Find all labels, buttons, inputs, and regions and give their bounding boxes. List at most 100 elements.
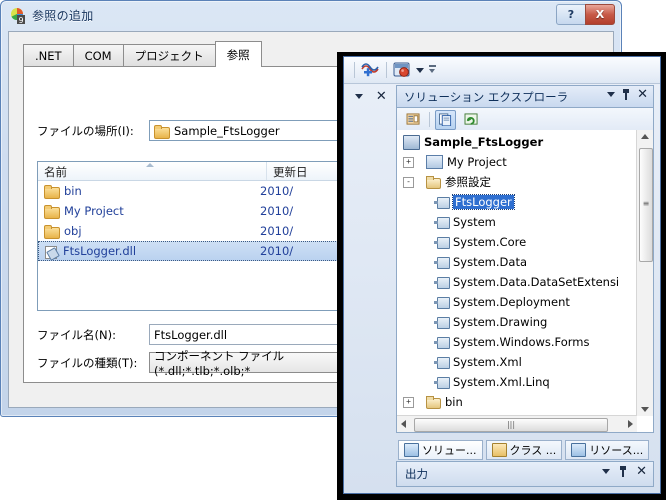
dialog-title-bar[interactable]: 9 参照の追加 ? X bbox=[1, 1, 621, 31]
tree-node-reference[interactable]: System.Deployment bbox=[397, 292, 636, 312]
folder-icon bbox=[154, 124, 170, 139]
scroll-up-icon[interactable] bbox=[641, 134, 649, 139]
output-panel-caption[interactable]: 出力 ✕ bbox=[396, 461, 654, 487]
toolbar-separator bbox=[386, 62, 387, 78]
close-button[interactable]: X bbox=[585, 4, 615, 25]
tree-node-reference[interactable]: System.Xml bbox=[397, 352, 636, 372]
tree-node-reference[interactable]: System bbox=[397, 212, 636, 232]
expander-icon[interactable]: + bbox=[403, 156, 414, 168]
solution-explorer-panel: ソリューション エクスプローラ ✕ Sample_FtsLogger + My … bbox=[396, 85, 654, 493]
close-icon[interactable]: ✕ bbox=[376, 90, 387, 103]
column-header-name[interactable]: 名前 bbox=[38, 162, 267, 180]
vs-toolbar[interactable] bbox=[344, 57, 660, 84]
tree-node-reference[interactable]: System.Xml.Linq bbox=[397, 372, 636, 392]
folder-icon bbox=[44, 185, 60, 199]
tree-node-references[interactable]: - 参照設定 bbox=[397, 172, 636, 192]
tree-horizontal-scrollbar[interactable]: ||| bbox=[397, 415, 637, 432]
tab-browse[interactable]: 参照 bbox=[214, 41, 262, 67]
sort-ascending-icon bbox=[146, 163, 154, 167]
folder-icon bbox=[44, 205, 60, 219]
debug-step-icon[interactable] bbox=[360, 61, 380, 79]
file-list-row[interactable]: My Project 2010/ bbox=[38, 201, 338, 221]
tree-node-reference[interactable]: System.Data bbox=[397, 252, 636, 272]
panel-title: ソリューション エクスプローラ bbox=[404, 89, 569, 104]
reference-icon bbox=[434, 296, 450, 309]
reference-icon bbox=[434, 216, 450, 229]
resource-view-icon bbox=[571, 443, 587, 457]
tab-project[interactable]: プロジェクト bbox=[122, 44, 216, 67]
expander-icon[interactable]: + bbox=[403, 396, 414, 408]
dialog-title: 参照の追加 bbox=[32, 9, 94, 23]
chevron-down-icon[interactable] bbox=[355, 93, 364, 99]
scroll-right-icon[interactable] bbox=[628, 420, 633, 428]
chevron-down-icon[interactable] bbox=[602, 469, 611, 474]
close-icon[interactable]: ✕ bbox=[636, 465, 647, 478]
pin-icon[interactable] bbox=[619, 466, 627, 477]
debug-target-icon[interactable] bbox=[393, 61, 413, 79]
file-name: bin bbox=[64, 184, 82, 198]
show-all-files-icon[interactable] bbox=[435, 109, 456, 130]
class-view-icon bbox=[491, 443, 507, 457]
reference-icon bbox=[434, 336, 450, 349]
properties-icon[interactable] bbox=[403, 110, 424, 130]
reference-icon bbox=[434, 196, 450, 209]
scrollbar-thumb[interactable]: ||| bbox=[414, 418, 608, 432]
file-date: 2010/ bbox=[260, 224, 294, 238]
file-name: obj bbox=[64, 224, 82, 238]
add-reference-icon: 9 bbox=[11, 8, 25, 25]
chevron-down-icon[interactable] bbox=[416, 68, 424, 73]
file-name: My Project bbox=[64, 204, 124, 218]
help-button[interactable]: ? bbox=[556, 4, 586, 25]
tab-solution-explorer[interactable]: ソリュー... bbox=[398, 440, 483, 460]
tree-node-reference[interactable]: System.Core bbox=[397, 232, 636, 252]
tree-node-reference[interactable]: System.Drawing bbox=[397, 312, 636, 332]
refresh-icon[interactable] bbox=[461, 110, 482, 130]
solution-explorer-caption[interactable]: ソリューション エクスプローラ ✕ bbox=[396, 85, 654, 108]
file-location-value: Sample_FtsLogger bbox=[174, 123, 280, 138]
file-list-row-selected[interactable]: FtsLogger.dll 2010/ bbox=[38, 241, 338, 261]
visual-studio-window: ✕ ソリューション エクスプローラ ✕ Sample_FtsLogger + M… bbox=[337, 52, 666, 500]
pin-icon[interactable] bbox=[622, 89, 630, 100]
tab-class-view[interactable]: クラス ... bbox=[485, 440, 563, 460]
vs-window-inner: ✕ ソリューション エクスプローラ ✕ Sample_FtsLogger + M… bbox=[343, 56, 661, 494]
tree-node-my-project[interactable]: + My Project bbox=[397, 152, 636, 172]
file-list-row[interactable]: bin 2010/ bbox=[38, 181, 338, 201]
chevron-down-icon[interactable] bbox=[607, 92, 616, 97]
panel-caption-buttons: ✕ bbox=[607, 88, 648, 101]
reference-icon bbox=[434, 276, 450, 289]
file-date: 2010/ bbox=[260, 184, 294, 198]
tree-vertical-scrollbar[interactable]: ≡ bbox=[636, 130, 653, 416]
file-name-label: ファイル名(N): bbox=[37, 327, 116, 342]
dll-icon bbox=[44, 245, 58, 259]
tree-node-bin[interactable]: + bin bbox=[397, 392, 636, 412]
tree-node-reference[interactable]: System.Data.DataSetExtensi bbox=[397, 272, 636, 292]
tree-node-solution[interactable]: Sample_FtsLogger bbox=[397, 132, 636, 152]
column-header-date[interactable]: 更新日 bbox=[267, 162, 308, 180]
tab-dotnet[interactable]: .NET bbox=[23, 44, 74, 67]
expander-icon[interactable]: - bbox=[403, 176, 414, 188]
folder-icon bbox=[44, 225, 60, 239]
tab-resource-view[interactable]: リソース... bbox=[565, 440, 650, 460]
file-list[interactable]: 名前 更新日 bin 2010/ My Project 2010/ obj 20… bbox=[37, 161, 339, 311]
solution-tree[interactable]: Sample_FtsLogger + My Project - 参照設定 Fts bbox=[396, 130, 654, 433]
file-location-label: ファイルの場所(I): bbox=[37, 123, 134, 138]
file-location-row: ファイルの場所(I): Sample_FtsLogger bbox=[37, 120, 339, 141]
scrollbar-thumb[interactable]: ≡ bbox=[639, 148, 653, 262]
scroll-down-icon[interactable] bbox=[641, 407, 649, 412]
window-buttons: ? X bbox=[556, 4, 615, 25]
close-icon[interactable]: ✕ bbox=[637, 88, 648, 101]
folder-icon bbox=[426, 396, 441, 409]
reference-icon bbox=[434, 376, 450, 389]
solution-explorer-icon bbox=[404, 443, 419, 457]
toolbar-separator bbox=[354, 62, 355, 78]
tree-node-reference-selected[interactable]: FtsLogger bbox=[397, 192, 636, 212]
file-location-combo[interactable]: Sample_FtsLogger bbox=[149, 120, 339, 141]
tree-node-reference[interactable]: System.Windows.Forms bbox=[397, 332, 636, 352]
reference-icon bbox=[434, 316, 450, 329]
tab-com[interactable]: COM bbox=[72, 44, 124, 67]
scroll-left-icon[interactable] bbox=[401, 420, 406, 428]
file-name: FtsLogger.dll bbox=[63, 244, 137, 258]
toolbar-overflow-button[interactable] bbox=[429, 65, 436, 73]
file-list-row[interactable]: obj 2010/ bbox=[38, 221, 338, 241]
output-panel-title: 出力 bbox=[405, 467, 428, 481]
